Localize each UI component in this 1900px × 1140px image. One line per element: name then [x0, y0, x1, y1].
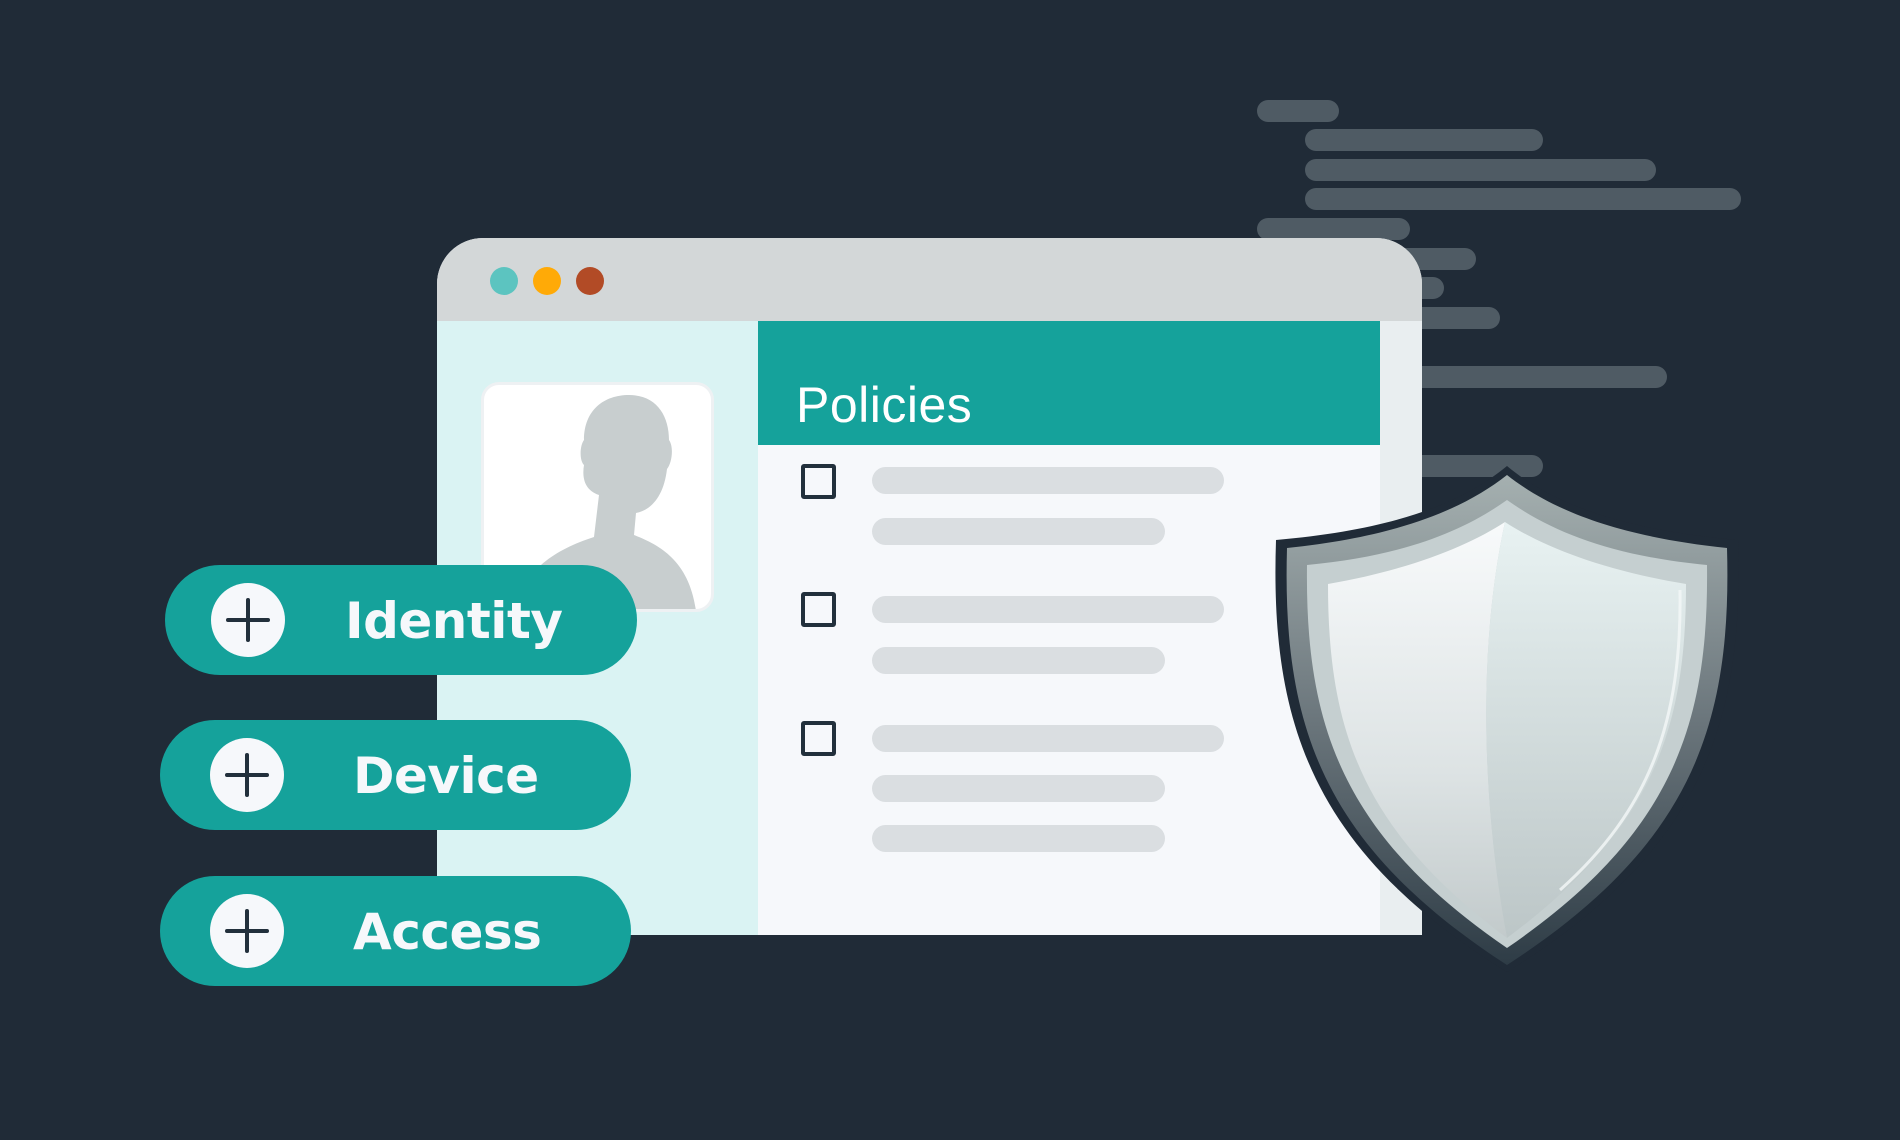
identity-button[interactable]: Identity: [165, 565, 637, 675]
illustration-canvas: Policies Identity Device Access: [0, 0, 1900, 1140]
plus-icon: [210, 894, 284, 968]
policy-text-line: [872, 725, 1224, 752]
policy-text-line: [872, 467, 1224, 494]
policies-header: Policies: [758, 321, 1380, 445]
page-title: Policies: [796, 377, 973, 433]
policy-checkbox[interactable]: [801, 721, 836, 756]
device-button[interactable]: Device: [160, 720, 631, 830]
window-control-minimize[interactable]: [490, 267, 518, 295]
policy-checkbox[interactable]: [801, 464, 836, 499]
access-label: Access: [353, 903, 542, 961]
identity-label: Identity: [345, 592, 563, 650]
policy-text-line: [872, 825, 1165, 852]
window-control-maximize[interactable]: [533, 267, 561, 295]
policy-checkbox[interactable]: [801, 592, 836, 627]
policy-text-line: [872, 647, 1165, 674]
access-button[interactable]: Access: [160, 876, 631, 986]
window-control-close[interactable]: [576, 267, 604, 295]
code-line: [1305, 159, 1656, 181]
code-line: [1305, 129, 1543, 151]
code-line: [1305, 188, 1741, 210]
policy-text-line: [872, 775, 1165, 802]
code-line: [1257, 100, 1339, 122]
plus-icon: [210, 738, 284, 812]
policy-text-line: [872, 518, 1165, 545]
title-bar: [437, 238, 1422, 321]
code-line: [1257, 218, 1410, 240]
shield-icon: [1275, 466, 1739, 972]
policy-text-line: [872, 596, 1224, 623]
plus-icon: [211, 583, 285, 657]
device-label: Device: [353, 747, 539, 805]
